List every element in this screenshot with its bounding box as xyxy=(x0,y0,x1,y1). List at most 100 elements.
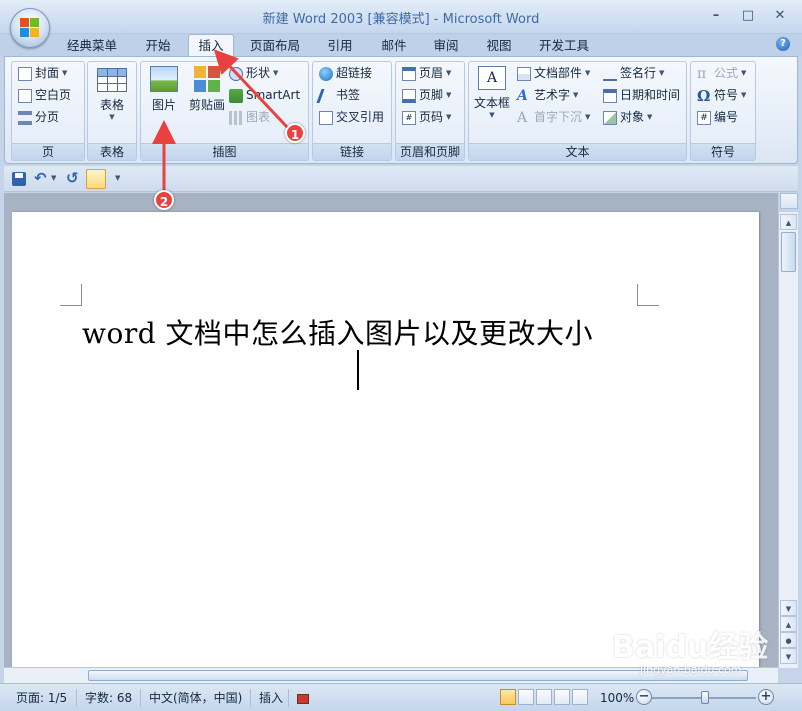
tab-home[interactable]: 开始 xyxy=(136,36,180,56)
pi-icon: π xyxy=(697,65,707,82)
zoom-level[interactable]: 100% xyxy=(592,689,634,707)
draft-view-icon[interactable] xyxy=(572,689,588,705)
tab-review[interactable]: 审阅 xyxy=(424,36,468,56)
footer-icon xyxy=(402,88,416,103)
close-button[interactable]: ✕ xyxy=(764,4,796,26)
blank-page-button[interactable]: 空白页 xyxy=(18,86,71,105)
office-button[interactable] xyxy=(10,8,50,48)
title-bar: 新建 Word 2003 [兼容模式] - Microsoft Word – □… xyxy=(0,0,802,34)
footer-button[interactable]: 页脚 ▼ xyxy=(402,86,451,105)
status-page[interactable]: 页面: 1/5 xyxy=(8,689,67,707)
date-time-button[interactable]: 日期和时间 xyxy=(603,86,680,105)
table-button[interactable]: 表格 ▼ xyxy=(88,68,136,121)
picture-button[interactable]: 图片 xyxy=(145,66,183,113)
page-number-button[interactable]: # 页码 ▼ xyxy=(402,108,451,127)
wordart-button[interactable]: A 艺术字 ▼ xyxy=(517,86,578,105)
group-pages: 封面 ▼ 空白页 分页 页 xyxy=(11,61,85,161)
macro-record-icon[interactable] xyxy=(288,689,318,707)
tab-page-layout[interactable]: 页面布局 xyxy=(244,36,306,56)
page-break-icon xyxy=(18,110,32,125)
chart-button[interactable]: 图表 xyxy=(229,108,270,127)
crop-mark-right xyxy=(637,284,659,306)
cross-reference-icon xyxy=(319,110,333,125)
tab-insert[interactable]: 插入 xyxy=(188,34,234,57)
blank-page-icon xyxy=(18,88,32,103)
number-button[interactable]: # 编号 xyxy=(697,108,738,127)
cover-page-button[interactable]: 封面 ▼ xyxy=(18,64,67,83)
textbox-icon: A xyxy=(478,66,506,90)
status-language[interactable]: 中文(简体，中国) xyxy=(140,689,242,707)
redo-icon[interactable]: ↺ xyxy=(66,169,79,187)
zoom-out-icon[interactable]: − xyxy=(636,689,652,705)
chart-icon xyxy=(229,110,243,125)
smartart-icon xyxy=(229,88,243,103)
quick-access-toolbar: ↶ ▼ ↺ ▼ xyxy=(4,166,798,192)
vertical-scrollbar[interactable]: ▲ ▼ ▲ ● ▼ xyxy=(778,212,798,668)
scroll-up-icon[interactable]: ▲ xyxy=(780,214,797,230)
previous-page-icon[interactable]: ▲ xyxy=(780,616,797,632)
document-text[interactable]: word 文档中怎么插入图片以及更改大小 xyxy=(82,312,593,352)
tab-references[interactable]: 引用 xyxy=(318,36,362,56)
scroll-down-icon[interactable]: ▼ xyxy=(780,600,797,616)
annotation-badge-2: 2 xyxy=(154,190,174,210)
help-icon[interactable]: ? xyxy=(776,37,790,51)
hyperlink-icon xyxy=(319,66,333,81)
next-page-icon[interactable]: ▼ xyxy=(780,648,797,664)
wordart-icon: A xyxy=(517,87,528,104)
tab-developer[interactable]: 开发工具 xyxy=(532,36,596,56)
tab-classic-menu[interactable]: 经典菜单 xyxy=(60,36,124,56)
minimize-button[interactable]: – xyxy=(700,4,732,26)
cross-reference-button[interactable]: 交叉引用 xyxy=(319,108,384,127)
status-words[interactable]: 字数: 68 xyxy=(76,689,132,707)
tab-mailings[interactable]: 邮件 xyxy=(372,36,416,56)
maximize-button[interactable]: □ xyxy=(732,4,764,26)
group-label-text: 文本 xyxy=(469,143,686,160)
document-area: word 文档中怎么插入图片以及更改大小 xyxy=(4,193,778,672)
crop-mark-left xyxy=(60,284,82,306)
zoom-slider-thumb[interactable] xyxy=(701,691,709,704)
group-label-pages: 页 xyxy=(12,143,84,160)
header-button[interactable]: 页眉 ▼ xyxy=(402,64,451,83)
shapes-icon xyxy=(229,66,243,81)
undo-icon[interactable]: ↶ xyxy=(34,169,47,187)
shapes-button[interactable]: 形状 ▼ xyxy=(229,64,278,83)
clipart-button[interactable]: 剪贴画 xyxy=(187,66,227,113)
group-illustrations: 图片 剪贴画 形状 ▼ SmartArt 图表 插图 xyxy=(140,61,309,161)
status-mode[interactable]: 插入 xyxy=(250,689,283,707)
signature-line-button[interactable]: 签名行 ▼ xyxy=(603,64,664,83)
calendar-icon xyxy=(603,88,617,103)
drop-cap-button[interactable]: A 首字下沉 ▼ xyxy=(517,108,590,127)
group-symbols: π 公式 ▼ Ω 符号 ▼ # 编号 符号 xyxy=(690,61,756,161)
document-page[interactable]: word 文档中怎么插入图片以及更改大小 xyxy=(12,212,759,672)
tab-view[interactable]: 视图 xyxy=(477,36,521,56)
web-layout-view-icon[interactable] xyxy=(536,689,552,705)
vertical-scroll-thumb[interactable] xyxy=(781,232,796,272)
zoom-in-icon[interactable]: + xyxy=(758,689,774,705)
undo-dropdown-icon[interactable]: ▼ xyxy=(51,174,56,182)
ribbon: 封面 ▼ 空白页 分页 页 表格 ▼ 表格 图片 剪贴画 形状 ▼ SmartA… xyxy=(4,56,798,164)
window-title: 新建 Word 2003 [兼容模式] - Microsoft Word xyxy=(262,12,540,27)
full-screen-reading-view-icon[interactable] xyxy=(518,689,534,705)
outline-view-icon[interactable] xyxy=(554,689,570,705)
object-icon xyxy=(603,110,617,125)
smartart-button[interactable]: SmartArt xyxy=(229,86,300,105)
save-icon[interactable] xyxy=(12,172,26,186)
quick-parts-button[interactable]: 文档部件 ▼ xyxy=(517,64,590,83)
bookmark-button[interactable]: 书签 xyxy=(316,86,360,105)
cover-page-icon xyxy=(18,66,32,81)
page-break-button[interactable]: 分页 xyxy=(18,108,59,127)
annotation-badge-1: 1 xyxy=(285,123,305,143)
equation-button[interactable]: π 公式 ▼ xyxy=(697,64,746,83)
object-button[interactable]: 对象 ▼ xyxy=(603,108,652,127)
group-header-footer: 页眉 ▼ 页脚 ▼ # 页码 ▼ 页眉和页脚 xyxy=(395,61,465,161)
customize-icon[interactable]: ▼ xyxy=(115,174,120,182)
group-label-tables: 表格 xyxy=(88,143,136,160)
view-ruler-icon[interactable] xyxy=(780,193,798,209)
print-layout-view-icon[interactable] xyxy=(500,689,516,705)
select-browse-object-icon[interactable]: ● xyxy=(780,632,797,648)
textbox-button[interactable]: A 文本框 ▼ xyxy=(471,66,513,119)
hyperlink-button[interactable]: 超链接 xyxy=(319,64,372,83)
office-logo-icon xyxy=(20,18,40,38)
symbol-button[interactable]: Ω 符号 ▼ xyxy=(697,86,746,105)
format-painter-icon[interactable] xyxy=(86,169,106,189)
